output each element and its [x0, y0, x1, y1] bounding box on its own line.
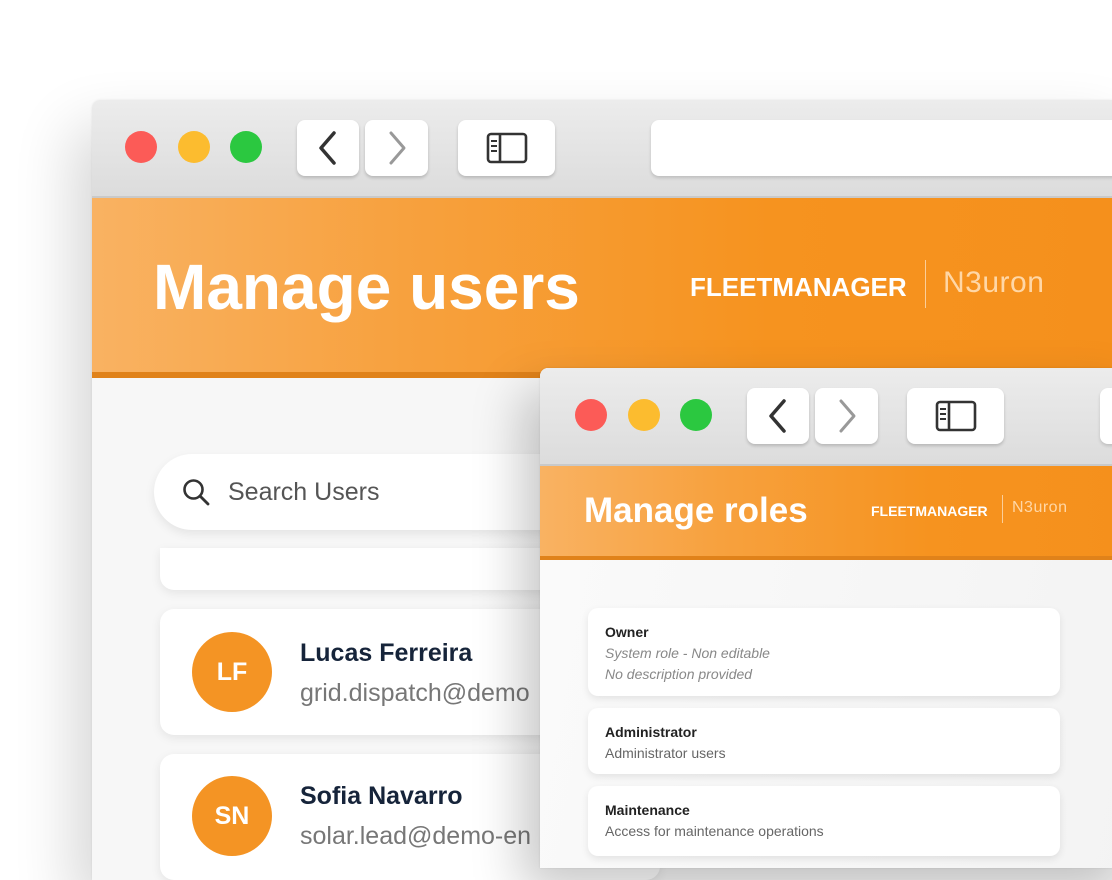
- search-icon: [183, 479, 210, 506]
- role-description: System role - Non editable: [605, 645, 770, 661]
- user-email: solar.lead@demo-en: [300, 822, 532, 850]
- minimize-button[interactable]: [178, 131, 210, 163]
- page-title: Manage users: [153, 251, 580, 323]
- user-name: Lucas Ferreira: [300, 639, 473, 667]
- role-description: Access for maintenance operations: [605, 823, 824, 839]
- address-bar[interactable]: [651, 120, 1112, 176]
- role-card-owner[interactable]: Owner System role - Non editable No desc…: [588, 608, 1060, 696]
- brand-name: FLEETMANAGER: [871, 503, 988, 519]
- role-card-maintenance[interactable]: Maintenance Access for maintenance opera…: [588, 786, 1060, 856]
- sidebar-icon: [935, 400, 976, 432]
- role-card-administrator[interactable]: Administrator Administrator users: [588, 708, 1060, 774]
- page-header: Manage users FLEETMANAGER N3uron: [92, 198, 1112, 378]
- back-button[interactable]: [297, 120, 359, 176]
- page-title: Manage roles: [584, 491, 808, 530]
- zoom-button[interactable]: [230, 131, 262, 163]
- user-email: grid.dispatch@demo: [300, 679, 530, 707]
- page-header: Manage roles FLEETMANAGER N3uron: [540, 466, 1112, 560]
- search-input[interactable]: [226, 476, 530, 508]
- role-name: Maintenance: [605, 802, 690, 818]
- zoom-button[interactable]: [680, 399, 712, 431]
- back-button[interactable]: [747, 388, 809, 444]
- chevron-right-icon: [389, 131, 405, 165]
- n3uron-logo: N3uron: [943, 266, 1045, 299]
- sidebar-icon: [486, 132, 527, 164]
- role-description: No description provided: [605, 666, 753, 682]
- brand-name: FLEETMANAGER: [690, 272, 907, 302]
- close-button[interactable]: [575, 399, 607, 431]
- roles-content: Owner System role - Non editable No desc…: [540, 560, 1112, 868]
- titlebar: [540, 368, 1112, 466]
- user-name: Sofia Navarro: [300, 782, 463, 810]
- address-bar[interactable]: [1100, 388, 1112, 444]
- role-name: Owner: [605, 624, 649, 640]
- avatar: LF: [192, 632, 272, 712]
- close-button[interactable]: [125, 131, 157, 163]
- brand-divider: [1002, 495, 1003, 523]
- n3uron-logo: N3uron: [1012, 499, 1068, 516]
- titlebar: [92, 100, 1112, 198]
- role-description: Administrator users: [605, 745, 726, 761]
- minimize-button[interactable]: [628, 399, 660, 431]
- avatar: SN: [192, 776, 272, 856]
- chevron-right-icon: [839, 399, 855, 433]
- chevron-left-icon: [769, 399, 786, 433]
- forward-button[interactable]: [365, 120, 428, 176]
- brand-divider: [925, 260, 926, 308]
- sidebar-toggle-button[interactable]: [907, 388, 1004, 444]
- chevron-left-icon: [319, 131, 336, 165]
- sidebar-toggle-button[interactable]: [458, 120, 555, 176]
- role-name: Administrator: [605, 724, 697, 740]
- roles-window: Manage roles FLEETMANAGER N3uron Owner S…: [540, 368, 1112, 868]
- forward-button[interactable]: [815, 388, 878, 444]
